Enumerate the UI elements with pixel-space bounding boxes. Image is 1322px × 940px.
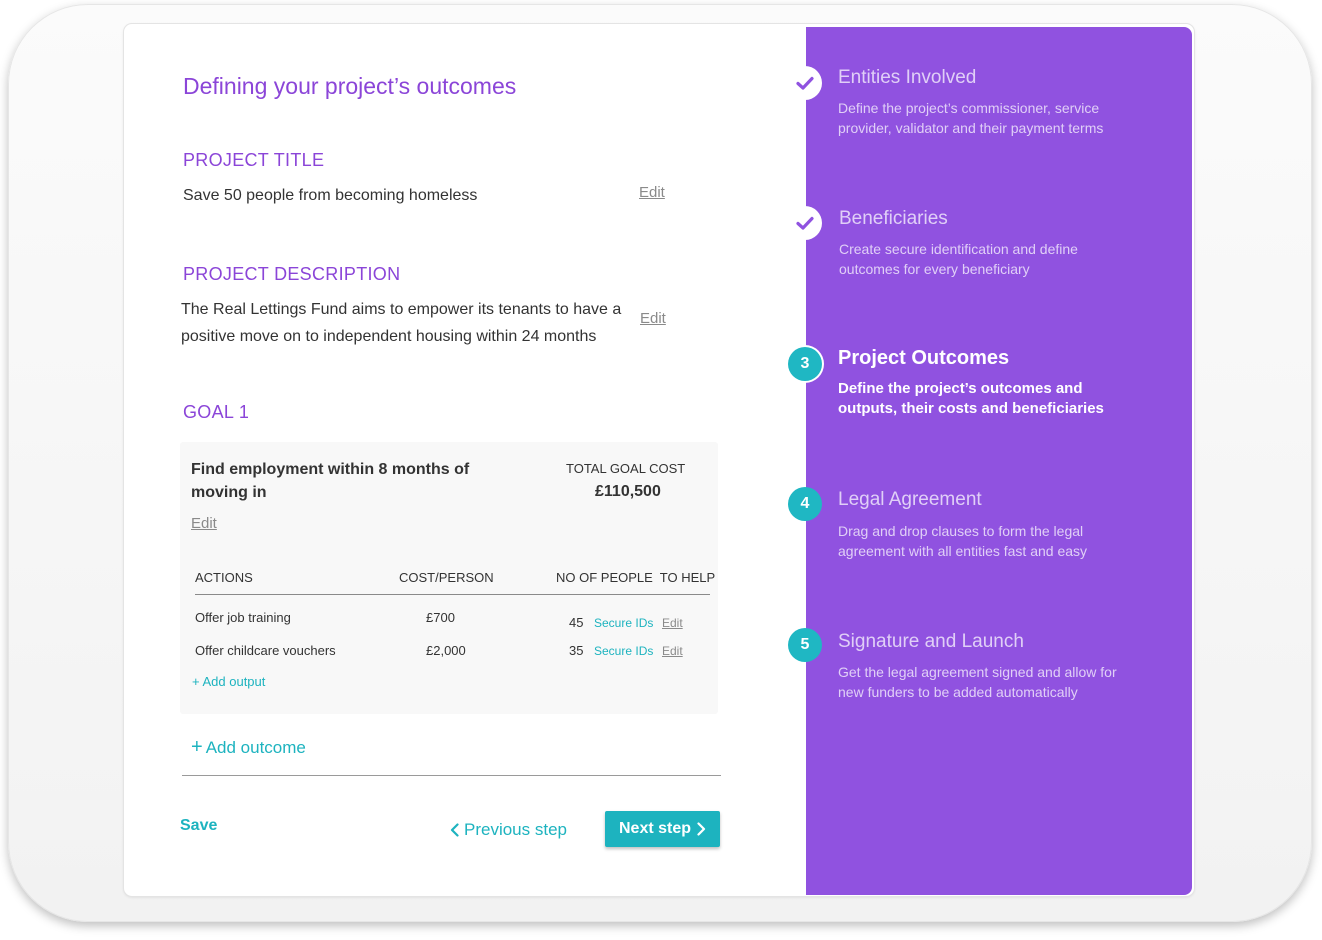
project-title-heading: PROJECT TITLE (183, 150, 325, 170)
project-description-line-1: The Real Lettings Fund aims to empower i… (181, 301, 622, 318)
row-edit-link[interactable]: Edit (662, 616, 683, 630)
save-button[interactable]: Save (180, 817, 217, 835)
total-goal-cost-label: TOTAL GOAL COST (566, 461, 686, 476)
plus-icon: + (191, 736, 203, 758)
table-header-divider (195, 594, 710, 595)
steps-sidebar (806, 27, 1192, 895)
goal-title-line-1: Find employment within 8 months of (191, 461, 470, 478)
step-1-desc-line-2: provider, validator and their payment te… (838, 120, 1104, 136)
chevron-right-icon (697, 822, 706, 836)
checkmark-icon (796, 216, 814, 230)
total-goal-cost-value: £110,500 (595, 483, 661, 500)
project-title-edit-link[interactable]: Edit (639, 184, 665, 201)
step-1-title[interactable]: Entities Involved (838, 67, 976, 89)
secure-ids-link[interactable]: Secure IDs (594, 616, 653, 630)
row-cost: £2,000 (426, 643, 466, 658)
table-row: Offer childcare vouchers £2,000 35 Secur… (180, 643, 718, 663)
row-action: Offer childcare vouchers (195, 643, 336, 658)
step-2-check (788, 206, 822, 240)
goal-title: Find employment within 8 months of movin… (191, 458, 469, 504)
add-output-link[interactable]: + Add output (192, 674, 265, 689)
secure-ids-link[interactable]: Secure IDs (594, 644, 653, 658)
step-1-description: Define the project’s commissioner, servi… (838, 98, 1168, 138)
checkmark-icon (796, 76, 814, 90)
goal-title-line-2: moving in (191, 484, 267, 501)
add-outcome-label: Add outcome (205, 737, 306, 757)
column-header-cost-per-person: COST/PERSON (399, 570, 494, 585)
step-1-check (788, 66, 822, 100)
step-2-description: Create secure identification and define … (839, 239, 1169, 279)
project-description-edit-link[interactable]: Edit (640, 310, 666, 327)
table-row: Offer job training £700 45 Secure IDs Ed… (180, 610, 718, 630)
step-5-number: 5 (788, 628, 822, 662)
step-4-desc-line-2: agreement with all entities fast and eas… (838, 543, 1088, 559)
step-3-title[interactable]: Project Outcomes (838, 347, 1009, 370)
next-step-button[interactable]: Next step (605, 811, 720, 847)
column-header-actions: ACTIONS (195, 570, 253, 585)
column-header-people-to-help: NO OF PEOPLE TO HELP (556, 570, 716, 585)
goal-heading: GOAL 1 (183, 402, 250, 422)
step-5-desc-line-2: new funders to be added automatically (838, 684, 1078, 700)
step-5-title[interactable]: Signature and Launch (838, 631, 1024, 653)
project-description-value: The Real Lettings Fund aims to empower i… (181, 296, 641, 350)
add-outcome-link[interactable]: + Add outcome (191, 736, 306, 759)
row-cost: £700 (426, 610, 455, 625)
step-3-desc-line-1: Define the project’s outcomes and (838, 380, 1083, 397)
row-people: 45 (569, 615, 584, 630)
project-description-line-2: positive move on to independent housing … (181, 328, 597, 345)
step-4-title[interactable]: Legal Agreement (838, 489, 982, 511)
step-1-desc-line-1: Define the project’s commissioner, servi… (838, 100, 1100, 116)
row-edit-link[interactable]: Edit (662, 644, 683, 658)
goal-card: Find employment within 8 months of movin… (180, 442, 718, 714)
step-5-description: Get the legal agreement signed and allow… (838, 662, 1168, 702)
project-title-value: Save 50 people from becoming homeless (183, 187, 478, 204)
page-title: Defining your project’s outcomes (183, 73, 517, 99)
step-2-title[interactable]: Beneficiaries (839, 208, 948, 230)
project-description-heading: PROJECT DESCRIPTION (183, 264, 401, 284)
step-4-description: Drag and drop clauses to form the legal … (838, 521, 1168, 561)
step-2-desc-line-1: Create secure identification and define (839, 241, 1078, 257)
step-4-number: 4 (788, 487, 822, 521)
row-action: Offer job training (195, 610, 291, 625)
step-4-desc-line-1: Drag and drop clauses to form the legal (838, 523, 1084, 539)
previous-step-button[interactable]: Previous step (450, 820, 567, 840)
step-5-desc-line-1: Get the legal agreement signed and allow… (838, 664, 1117, 680)
step-2-desc-line-2: outcomes for every beneficiary (839, 261, 1030, 277)
previous-step-label: Previous step (464, 820, 567, 839)
add-outcome-divider (182, 775, 721, 776)
goal-edit-link[interactable]: Edit (191, 515, 217, 532)
next-step-label: Next step (618, 820, 692, 837)
step-3-desc-line-2: outputs, their costs and beneficiaries (838, 400, 1104, 417)
step-3-number: 3 (788, 347, 822, 381)
step-3-description: Define the project’s outcomes and output… (838, 379, 1168, 419)
row-people: 35 (569, 643, 584, 658)
chevron-left-icon (450, 823, 459, 837)
